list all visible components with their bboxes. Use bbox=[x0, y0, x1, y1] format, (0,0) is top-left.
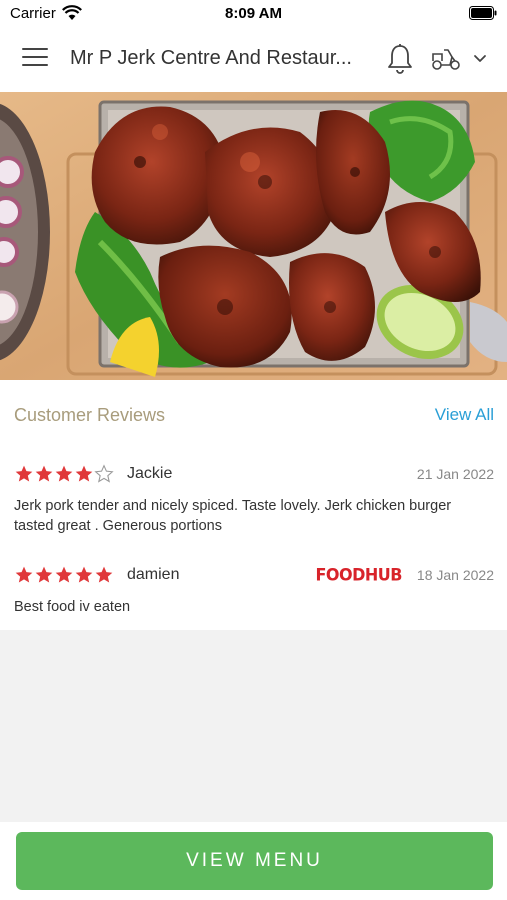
notifications-button[interactable] bbox=[386, 43, 414, 75]
foodhub-logo: FOODHUB bbox=[315, 564, 403, 585]
star-icon bbox=[15, 566, 33, 583]
app-header: Mr P Jerk Centre And Restaur... bbox=[0, 28, 507, 92]
review-item: Jackie 21 Jan 2022 Jerk pork tender and … bbox=[14, 464, 494, 534]
reviewer-name: damien bbox=[127, 566, 180, 583]
bell-icon bbox=[388, 44, 412, 74]
star-icon bbox=[75, 465, 93, 482]
review-date: 21 Jan 2022 bbox=[416, 466, 494, 482]
battery-icon bbox=[469, 6, 497, 20]
star-icon bbox=[15, 465, 33, 482]
review-item: damien FOODHUB 18 Jan 2022 Best food iv … bbox=[14, 565, 494, 615]
chevron-down-icon bbox=[474, 55, 486, 62]
delivery-mode-dropdown[interactable] bbox=[472, 52, 488, 64]
star-icon bbox=[35, 465, 53, 482]
reviewer-name: Jackie bbox=[127, 465, 173, 482]
menu-button[interactable] bbox=[22, 48, 48, 70]
view-all-reviews-link[interactable]: View All bbox=[435, 405, 494, 425]
view-menu-button[interactable]: VIEW MENU bbox=[16, 832, 493, 890]
clock: 8:09 AM bbox=[225, 5, 282, 22]
bottom-bar: VIEW MENU bbox=[0, 822, 507, 900]
star-icon bbox=[55, 566, 73, 583]
star-icon bbox=[95, 566, 113, 583]
restaurant-title: Mr P Jerk Centre And Restaur... bbox=[70, 47, 352, 69]
star-rating bbox=[14, 464, 114, 484]
star-icon bbox=[75, 566, 93, 583]
review-text: Best food iv eaten bbox=[14, 599, 131, 615]
customer-reviews-section: Customer Reviews View All Jackie 21 Jan … bbox=[0, 380, 507, 630]
reviews-heading: Customer Reviews bbox=[14, 405, 166, 425]
review-date: 18 Jan 2022 bbox=[416, 567, 494, 583]
status-bar: Carrier 8:09 AM bbox=[0, 0, 507, 28]
restaurant-hero-image bbox=[0, 92, 507, 380]
star-outline-icon bbox=[94, 464, 114, 483]
scooter-icon bbox=[432, 49, 460, 70]
star-icon bbox=[35, 566, 53, 583]
star-icon bbox=[55, 465, 73, 482]
star-rating bbox=[14, 565, 114, 585]
menu-icon bbox=[22, 48, 48, 66]
delivery-mode-button[interactable] bbox=[430, 46, 462, 72]
review-text: Jerk pork tender and nicely spiced. Tast… bbox=[14, 498, 452, 534]
